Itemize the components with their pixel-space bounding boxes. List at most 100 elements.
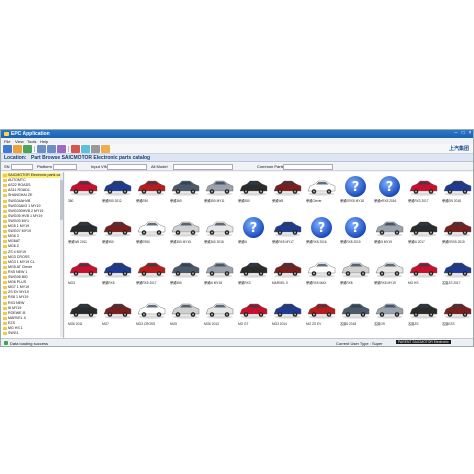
vehicle-tile[interactable]: 荣威E950: [135, 214, 168, 254]
tree-item-label: SWG1: [8, 331, 19, 336]
folder-icon: [3, 240, 7, 244]
vehicle-tile[interactable]: 荣威i5 MY19: [373, 214, 406, 254]
vehicle-tile[interactable]: 荣威RX5 2017: [135, 255, 168, 295]
vehicle-caption: 荣威ERX5 2019: [442, 240, 465, 244]
vehicle-caption: 荣威550: [170, 281, 182, 285]
vehicle-tile[interactable]: 名爵ZS: [407, 296, 440, 336]
close-icon[interactable]: ×: [467, 131, 473, 136]
success-icon: [4, 341, 8, 345]
vehicle-tile[interactable]: 荣威ERX5 2019: [441, 214, 473, 254]
forward-icon[interactable]: [47, 145, 56, 153]
tree-item-label: MG6 PLUS: [8, 280, 27, 285]
folder-icon: [3, 204, 7, 208]
vehicle-tile[interactable]: 荣威RX5: [101, 255, 134, 295]
folder-icon: [3, 225, 7, 228]
vehicle-tile[interactable]: MG3: [67, 255, 100, 295]
vehicle-tile[interactable]: 荣威RX3 2017: [407, 173, 440, 213]
vehicle-tile[interactable]: MG HS: [407, 255, 440, 295]
vehicle-tile[interactable]: ? 荣威eRX5 2016: [373, 173, 406, 213]
cart-icon[interactable]: [81, 145, 90, 153]
search-icon[interactable]: [57, 145, 66, 153]
folder-icon: [3, 184, 7, 188]
sidebar-scroll-thumb[interactable]: [60, 180, 63, 220]
vehicle-tile[interactable]: 荣威RX8: [339, 255, 372, 295]
vehicle-tile[interactable]: 荣威RX5 MY19: [373, 255, 406, 295]
vehicle-tile[interactable]: 荣威Ei5 2018: [441, 173, 473, 213]
vehicle-image: [136, 216, 167, 239]
vehicle-image: [442, 175, 473, 198]
vin-input[interactable]: [107, 164, 147, 170]
vehicle-tile[interactable]: 名爵6 2018: [339, 296, 372, 336]
vehicle-image: [102, 216, 133, 239]
home-icon[interactable]: [3, 145, 12, 153]
vehicle-tile[interactable]: ? 荣威ERX5 MY18: [339, 173, 372, 213]
maximize-icon[interactable]: □: [460, 131, 466, 136]
vehicle-tile[interactable]: MG ZS EV: [305, 296, 338, 336]
vehicle-image: [306, 298, 337, 321]
vehicle-tile[interactable]: 荣威Clever: [305, 173, 338, 213]
vehicle-tile[interactable]: ? 荣威RX8 2019: [339, 214, 372, 254]
vehicle-tile[interactable]: 350: [67, 173, 100, 213]
common-parts-label[interactable]: Common Parts: [257, 164, 284, 170]
vehicle-tile[interactable]: 荣威RX5 MAX: [305, 255, 338, 295]
vehicle-tile[interactable]: MARVEL X: [271, 255, 304, 295]
unknown-model-icon: ?: [340, 175, 371, 198]
common-parts-input[interactable]: [283, 164, 333, 170]
vehicle-tile[interactable]: 荣威W5 2011: [67, 214, 100, 254]
vehicle-tile[interactable]: ? 荣威RX5 2016: [305, 214, 338, 254]
tree-item-label: MG5 1 MY19: [8, 224, 30, 228]
settings-icon[interactable]: [91, 145, 100, 153]
vehicle-caption: 名爵6 2018: [340, 322, 357, 326]
brand-logo: 上汽集团: [448, 146, 469, 152]
vehicle-caption: MG6 2013: [204, 322, 219, 326]
refresh-icon[interactable]: [23, 145, 32, 153]
vehicle-tile[interactable]: MG7: [101, 296, 134, 336]
model-tree[interactable]: SAICMOTOR Electronic parts catalo AUTOMTC…: [1, 172, 64, 338]
vehicle-tile[interactable]: 荣威350 MY15: [169, 214, 202, 254]
vehicle-tile[interactable]: 荣威RX5 MY17: [271, 214, 304, 254]
platform-dropdown[interactable]: [53, 164, 77, 170]
vehicle-tile[interactable]: 荣威W5: [271, 173, 304, 213]
vehicle-tile[interactable]: MG3 2014: [271, 296, 304, 336]
vehicle-tile[interactable]: 荣威i6 MY18: [203, 255, 236, 295]
vehicle-tile[interactable]: 荣威E50: [135, 173, 168, 213]
vehicle-tile[interactable]: 荣威950 2012: [101, 173, 134, 213]
vehicle-tile[interactable]: 名爵ZS 2017: [441, 255, 473, 295]
folder-icon: [3, 291, 7, 295]
model-dropdown[interactable]: [173, 164, 233, 170]
vehicle-tile[interactable]: 荣威i6 2017: [407, 214, 440, 254]
vehicle-tile[interactable]: 名爵EZS: [441, 296, 473, 336]
vehicle-tile[interactable]: 荣威360: [169, 173, 202, 213]
all-model-label[interactable]: All Model: [151, 164, 167, 170]
tree-item[interactable]: SWG1: [2, 331, 19, 336]
folder-icon: [3, 296, 7, 300]
tree-item-label: EZS: [8, 320, 15, 325]
back-icon[interactable]: [37, 145, 46, 153]
minimize-icon[interactable]: –: [453, 131, 459, 136]
print-icon[interactable]: [71, 145, 80, 153]
vehicle-image: [238, 257, 269, 280]
vehicle-tile[interactable]: 荣威550: [237, 173, 270, 213]
vehicle-caption: MG HS: [408, 281, 419, 285]
help-icon[interactable]: [101, 145, 110, 153]
svg-text:?: ?: [318, 221, 326, 236]
vehicle-tile[interactable]: 荣威550: [169, 255, 202, 295]
vehicle-tile[interactable]: MG6 2011: [67, 296, 100, 336]
vehicle-tile[interactable]: 荣威550 MY11: [203, 173, 236, 213]
vehicle-caption: MG6 2011: [68, 322, 83, 326]
vehicle-tile[interactable]: MG5: [169, 296, 202, 336]
folder-icon: [3, 316, 7, 320]
vehicle-tile[interactable]: 荣威360 2018: [203, 214, 236, 254]
vehicle-caption: MARVEL X: [272, 281, 288, 285]
vehicle-tile[interactable]: 荣威950: [101, 214, 134, 254]
vehicle-tile[interactable]: MG GT: [237, 296, 270, 336]
sn-dropdown[interactable]: [11, 164, 33, 170]
vehicle-tile[interactable]: MG3 CROSS: [135, 296, 168, 336]
vehicle-tile[interactable]: MG6 2013: [203, 296, 236, 336]
vehicle-tile[interactable]: 名爵GS: [373, 296, 406, 336]
folder-icon[interactable]: [13, 145, 22, 153]
folder-icon: [3, 270, 7, 274]
vehicle-tile[interactable]: 荣威RX3: [237, 255, 270, 295]
folder-icon: [3, 321, 7, 325]
vehicle-tile[interactable]: ? 荣威i6: [237, 214, 270, 254]
